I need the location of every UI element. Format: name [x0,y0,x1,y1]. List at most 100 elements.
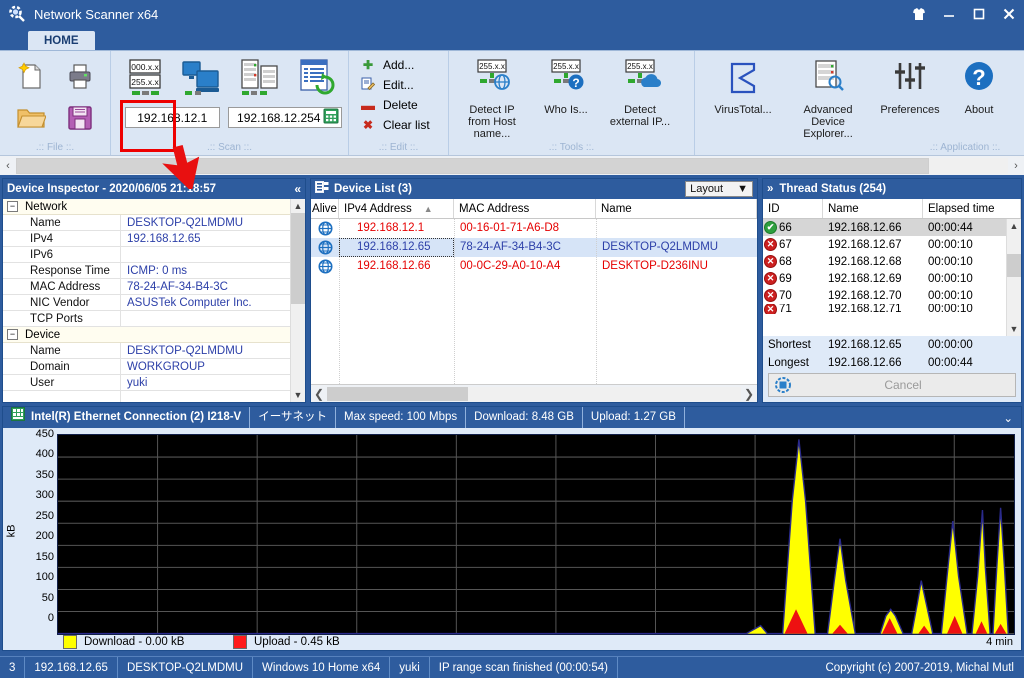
close-button[interactable] [994,0,1024,28]
device-list-hscroll-thumb[interactable] [327,386,468,401]
hscroll-thumb[interactable] [16,157,929,174]
table-row[interactable]: 192.168.12.66 00-0C-29-A0-10-A4 DESKTOP-… [311,257,757,276]
sliders-icon [890,58,930,101]
scroll-down-icon[interactable]: ▼ [291,388,305,402]
device-list-hscrollbar[interactable]: ❮ ❯ [311,384,757,402]
chevron-down-double-icon[interactable]: ⌄ [995,411,1021,425]
scroll-up-icon[interactable]: ▲ [1007,219,1021,233]
scroll-left-icon[interactable]: ‹ [0,160,16,172]
hscroll-track[interactable] [16,157,1008,174]
chevron-left-double-icon[interactable]: « [294,182,301,196]
detect-external-ip-button[interactable]: 255.x.x Detect external IP... [603,55,677,155]
inspector-row[interactable]: TCP Ports [3,310,290,327]
floppy-save-icon[interactable] [55,97,104,139]
about-label: About [964,104,994,116]
inspector-vscroll-thumb[interactable] [291,213,305,304]
column-mac[interactable]: MAC Address [454,199,596,218]
edit-button[interactable]: Edit... [355,75,442,95]
inspector-group-network[interactable]: − Network [3,199,290,215]
ip-range-icon: 000.x.x 255.x.x [123,58,167,103]
inspector-row[interactable]: NIC Vendor ASUSTek Computer Inc. [3,294,290,311]
inspector-row[interactable]: Name DESKTOP-Q2LMDMU [3,214,290,231]
column-ipv4[interactable]: IPv4 Address ▲ [339,199,454,218]
y-axis-label-text: kB [5,524,17,538]
thread-vscroll-thumb[interactable] [1007,254,1021,278]
inspector-row[interactable]: Response Time ICMP: 0 ms [3,262,290,279]
rescan-button[interactable] [289,55,343,103]
chevron-right-double-icon[interactable]: » [767,183,773,195]
inspector-row[interactable]: MAC Address 78-24-AF-34-B4-3C [3,278,290,295]
inspector-row[interactable]: Domain WORKGROUP [3,358,290,375]
about-button[interactable]: ? About [949,55,1009,155]
thread-status-vscrollbar[interactable]: ▲ ▼ [1006,219,1021,336]
question-ip-icon: 255.x.x ? [544,58,588,101]
inspector-vscroll-track[interactable] [291,213,305,388]
table-row[interactable]: 192.168.12.65 78-24-AF-34-B4-3C DESKTOP-… [311,238,757,257]
ip-range-from-input[interactable]: 192.168.12.1 [125,107,220,128]
table-row[interactable]: ✕ 67 192.168.12.67 00:00:10 [763,236,1006,253]
who-is-button[interactable]: 255.x.x ? Who Is... [529,55,603,155]
table-row[interactable]: ✕ 69 192.168.12.69 00:00:10 [763,270,1006,287]
column-name[interactable]: Name [596,199,757,218]
calculator-icon[interactable] [323,108,339,127]
advanced-device-explorer-button[interactable]: Advanced Device Explorer... [785,55,871,155]
inspector-row[interactable]: Name DESKTOP-Q2LMDMU [3,342,290,359]
maximize-button[interactable] [964,0,994,28]
y-tick: 150 [35,550,54,563]
cell-elapsed: 00:00:10 [928,255,973,268]
virustotal-button[interactable]: VirusTotal... [701,55,785,155]
cell-name: DESKTOP-D236INU [602,260,708,272]
row-value [121,311,290,327]
layout-dropdown[interactable]: Layout ▼ [685,181,753,197]
clear-list-button[interactable]: ✖ Clear list [355,115,442,135]
inspector-row[interactable]: IPv4 192.168.12.65 [3,230,290,247]
delete-button[interactable]: ▬ Delete [355,95,442,115]
nic-icon [11,406,25,429]
preferences-button[interactable]: Preferences [871,55,949,155]
table-row[interactable]: ✕ 68 192.168.12.68 00:00:10 [763,253,1006,270]
minimize-button[interactable] [934,0,964,28]
scroll-down-icon[interactable]: ▼ [1007,322,1021,336]
table-row[interactable]: 192.168.12.1 00-16-01-71-A6-D8 [311,219,757,238]
inspector-group-device[interactable]: − Device [3,327,290,343]
cancel-button[interactable]: Cancel [768,373,1016,397]
svg-text:255.x.x: 255.x.x [479,62,505,71]
scan-servers-button[interactable] [231,55,289,103]
device-inspector-title: Device Inspector - 2020/06/05 21:18:57 [7,183,217,195]
scroll-left-icon[interactable]: ❮ [311,387,327,401]
device-list-hscroll-track[interactable] [327,386,741,401]
scroll-right-icon[interactable]: ❯ [741,387,757,401]
scan-network-button[interactable] [173,55,231,103]
table-row[interactable]: ✕ 70 192.168.12.70 00:00:10 [763,287,1006,304]
detect-ip-from-host-button[interactable]: 255.x.x Detect IP from Host name... [455,55,529,155]
adapter-name: Intel(R) Ethernet Connection (2) I218-V [31,411,242,423]
ribbon-group-tools: 255.x.x Detect IP from Host name... 255.… [448,51,694,155]
inspector-row[interactable]: IPv6 [3,246,290,263]
table-row[interactable]: ✔ 66 192.168.12.66 00:00:44 [763,219,1006,236]
column-elapsed[interactable]: Elapsed time [923,199,1021,218]
ribbon-hscrollbar[interactable]: ‹ › [0,155,1024,175]
ribbon-group-label-application: .:: Application ::. [929,142,1001,153]
collapse-toggle-icon[interactable]: − [7,329,18,340]
column-id[interactable]: ID [763,199,823,218]
add-button[interactable]: ✚ Add... [355,55,442,75]
new-file-icon[interactable] [6,55,55,97]
column-name[interactable]: Name [823,199,923,218]
column-alive[interactable]: Alive [311,199,339,218]
collapse-toggle-icon[interactable]: − [7,201,18,212]
tab-home[interactable]: HOME [28,31,95,50]
scroll-right-icon[interactable]: › [1008,160,1024,172]
scroll-up-icon[interactable]: ▲ [291,199,305,213]
inspector-row[interactable]: User yuki [3,374,290,391]
inspector-vscrollbar[interactable]: ▲ ▼ [290,199,305,402]
table-row[interactable]: ✕ 71 192.168.12.71 00:00:10 [763,304,1006,314]
printer-icon[interactable] [55,55,104,97]
shirt-icon[interactable] [904,0,934,28]
scan-ip-range-button[interactable]: 000.x.x 255.x.x [117,55,173,103]
add-label: Add... [383,58,415,72]
inspector-row[interactable] [3,390,290,402]
thread-vscroll-track[interactable] [1007,233,1021,322]
row-key: User [3,374,121,391]
ip-range-to-input[interactable]: 192.168.12.254 [227,107,342,128]
folder-open-icon[interactable] [6,97,55,139]
